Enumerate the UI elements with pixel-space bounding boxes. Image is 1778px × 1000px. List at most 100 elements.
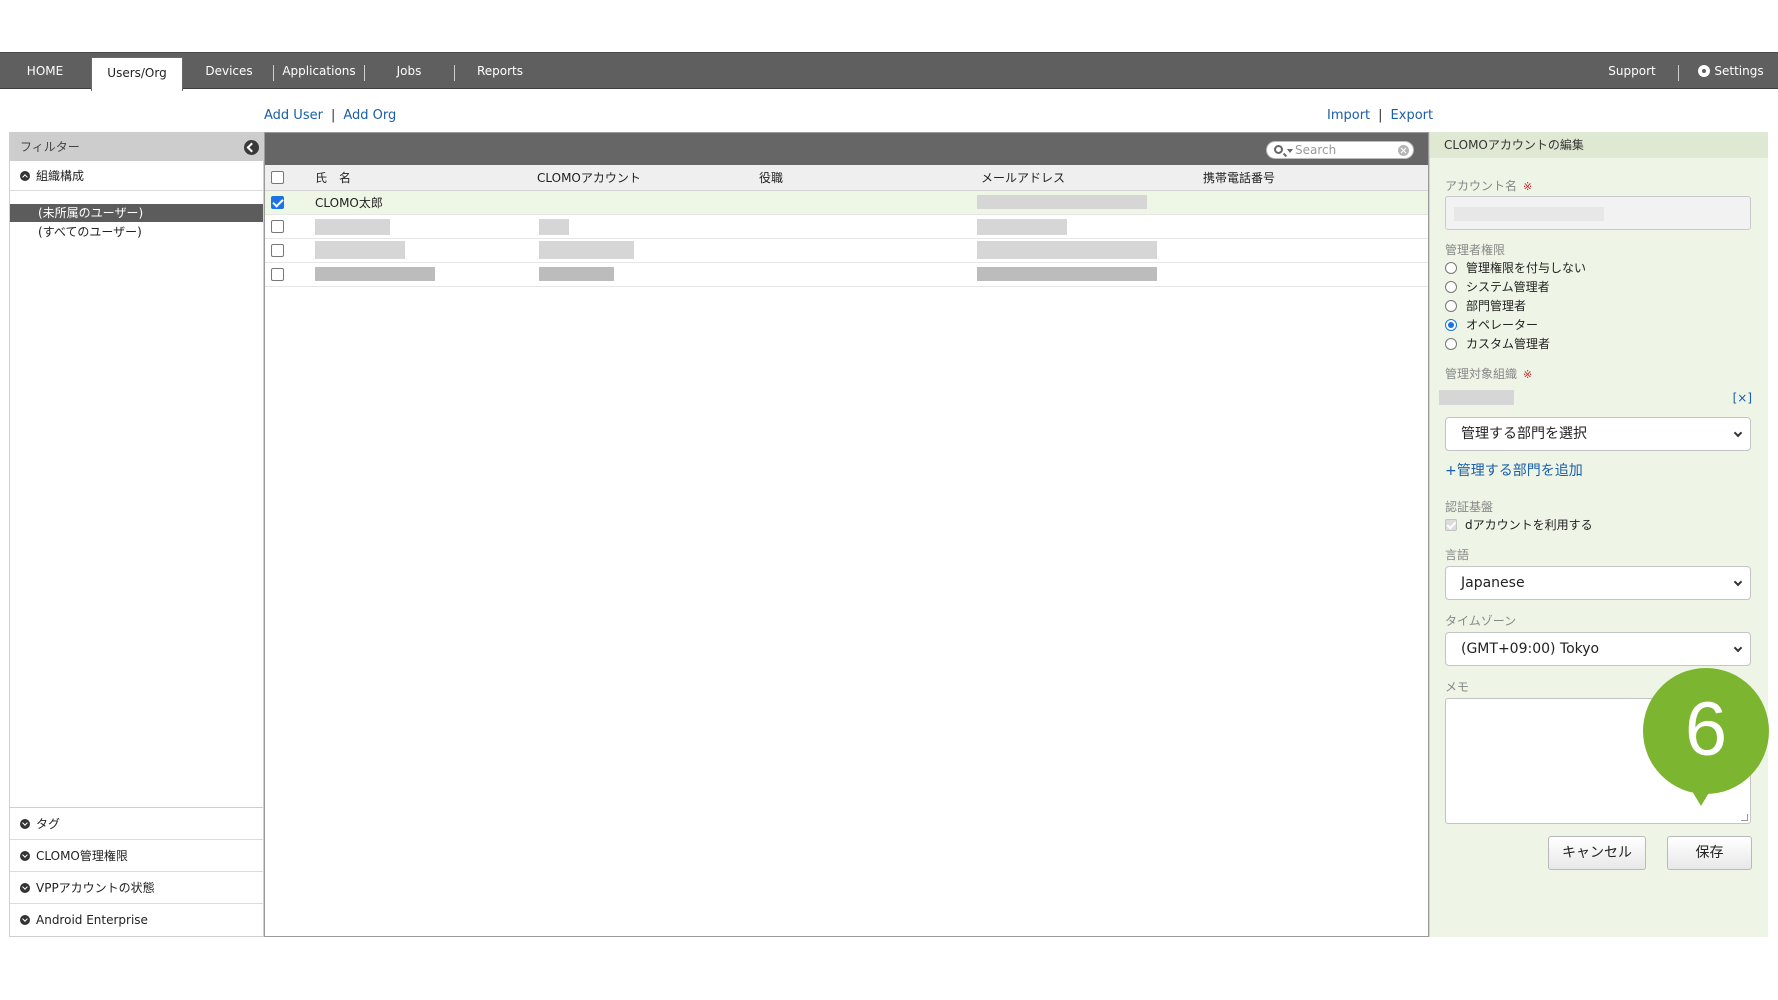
chevron-down-icon — [1733, 577, 1743, 587]
target-org-label-text: 管理対象組織 — [1445, 367, 1518, 381]
account-name-label: アカウント名 ※ — [1445, 177, 1532, 194]
timezone-label: タイムゾーン — [1445, 614, 1517, 628]
nav-separator — [454, 65, 455, 81]
redacted-account-name — [1454, 207, 1604, 221]
language-select[interactable]: Japanese — [1445, 566, 1751, 600]
import-link[interactable]: Import — [1327, 108, 1370, 123]
row-name: CLOMO太郎 — [315, 196, 383, 210]
chevron-up-icon — [20, 171, 30, 181]
clear-icon[interactable] — [1398, 145, 1409, 156]
add-org-link[interactable]: Add Org — [343, 108, 396, 123]
col-title[interactable]: 役職 — [759, 165, 783, 191]
export-link[interactable]: Export — [1391, 108, 1434, 123]
radio-icon — [1445, 281, 1457, 293]
account-name-label-text: アカウント名 — [1445, 179, 1518, 193]
cancel-button[interactable]: キャンセル — [1548, 836, 1646, 870]
collapse-icon[interactable] — [244, 140, 259, 155]
redacted-org — [1439, 390, 1514, 405]
add-dept-link[interactable]: +管理する部門を追加 — [1445, 460, 1583, 480]
tree-item-unassigned[interactable]: (未所属のユーザー) — [10, 204, 263, 222]
dept-select-value: 管理する部門を選択 — [1461, 426, 1587, 442]
gear-icon — [1698, 65, 1711, 77]
role-label: システム管理者 — [1466, 280, 1550, 294]
col-account[interactable]: CLOMOアカウント — [537, 165, 641, 191]
chevron-down-icon — [20, 883, 30, 893]
caret-down-icon[interactable] — [1287, 149, 1293, 153]
nav-reports[interactable]: Reports — [457, 53, 543, 89]
col-phone[interactable]: 携帯電話番号 — [1203, 165, 1275, 191]
chevron-down-icon — [20, 915, 30, 925]
role-radio-none[interactable]: 管理権限を付与しない — [1445, 259, 1586, 277]
select-all-checkbox[interactable] — [271, 171, 284, 184]
language-value: Japanese — [1461, 575, 1525, 591]
role-radio-operator[interactable]: オペレーター — [1445, 316, 1538, 334]
remove-org-button[interactable]: [×] — [1733, 391, 1752, 405]
clomo-permission-section[interactable]: CLOMO管理権限 — [10, 840, 263, 872]
row-checkbox[interactable] — [271, 196, 284, 209]
search-input[interactable] — [1295, 143, 1395, 157]
role-radio-system-admin[interactable]: システム管理者 — [1445, 278, 1550, 296]
nav-home[interactable]: HOME — [0, 53, 90, 89]
dept-select[interactable]: 管理する部門を選択 — [1445, 417, 1751, 451]
add-links: Add User | Add Org — [264, 108, 396, 123]
checkbox-disabled-icon — [1445, 519, 1457, 531]
col-email[interactable]: メールアドレス — [981, 165, 1065, 191]
d-account-checkbox: dアカウントを利用する — [1445, 517, 1593, 533]
org-section-header[interactable]: 組織構成 — [10, 161, 263, 191]
search-box[interactable] — [1266, 141, 1414, 159]
redacted-email — [977, 241, 1157, 259]
nav-separator — [1678, 65, 1679, 81]
auth-label: 認証基盤 — [1445, 500, 1494, 514]
row-checkbox[interactable] — [271, 244, 284, 257]
redacted-name — [315, 219, 390, 235]
filter-header: フィルター — [10, 133, 263, 161]
radio-selected-icon — [1445, 319, 1457, 331]
required-mark: ※ — [1523, 368, 1533, 381]
user-table: 氏 名 CLOMOアカウント 役職 メールアドレス 携帯電話番号 CLOMO太郎 — [264, 132, 1429, 937]
table-row[interactable] — [265, 215, 1428, 239]
nav-jobs[interactable]: Jobs — [367, 53, 451, 89]
nav-users-org[interactable]: Users/Org — [91, 57, 183, 91]
table-row[interactable] — [265, 263, 1428, 287]
tree-item-all-users[interactable]: (すべてのユーザー) — [10, 223, 263, 241]
radio-icon — [1445, 262, 1457, 274]
language-label: 言語 — [1445, 548, 1470, 562]
search-icon — [1274, 145, 1283, 154]
tag-section[interactable]: タグ — [10, 808, 263, 840]
nav-settings[interactable]: Settings — [1688, 53, 1774, 89]
chevron-down-icon — [20, 851, 30, 861]
row-checkbox[interactable] — [271, 268, 284, 281]
d-account-label: dアカウントを利用する — [1465, 518, 1593, 532]
vpp-account-section[interactable]: VPPアカウントの状態 — [10, 872, 263, 904]
add-user-link[interactable]: Add User — [264, 108, 323, 123]
nav-separator — [364, 65, 365, 81]
resize-grip-icon[interactable] — [1741, 814, 1748, 821]
table-header-row: 氏 名 CLOMOアカウント 役職 メールアドレス 携帯電話番号 — [265, 165, 1428, 191]
save-button[interactable]: 保存 — [1667, 836, 1752, 870]
table-toolbar — [265, 133, 1428, 165]
timezone-select[interactable]: (GMT+09:00) Tokyo — [1445, 632, 1751, 666]
link-separator: | — [330, 108, 336, 123]
nav-support[interactable]: Support — [1594, 53, 1670, 89]
android-enterprise-section[interactable]: Android Enterprise — [10, 904, 263, 936]
table-row[interactable]: CLOMO太郎 — [265, 191, 1428, 215]
col-name[interactable]: 氏 名 — [315, 165, 351, 191]
role-radio-custom-admin[interactable]: カスタム管理者 — [1445, 335, 1550, 353]
role-radio-dept-admin[interactable]: 部門管理者 — [1445, 297, 1526, 315]
chevron-down-icon — [1733, 428, 1743, 438]
account-name-field[interactable] — [1445, 196, 1751, 230]
nav-settings-label: Settings — [1714, 64, 1764, 78]
row-checkbox[interactable] — [271, 220, 284, 233]
android-enterprise-label: Android Enterprise — [36, 913, 148, 927]
vpp-account-label: VPPアカウントの状態 — [36, 881, 155, 895]
account-edit-panel: CLOMOアカウントの編集 アカウント名 ※ 管理者権限 管理権限を付与しない シ… — [1429, 132, 1768, 937]
table-row[interactable] — [265, 239, 1428, 263]
nav-devices[interactable]: Devices — [188, 53, 270, 89]
nav-applications[interactable]: Applications — [276, 53, 362, 89]
radio-icon — [1445, 338, 1457, 350]
admin-permission-label: 管理者権限 — [1445, 243, 1506, 257]
redacted-email — [977, 219, 1067, 235]
redacted-email — [977, 195, 1147, 209]
panel-title: CLOMOアカウントの編集 — [1430, 132, 1768, 158]
nav-separator — [273, 65, 274, 81]
